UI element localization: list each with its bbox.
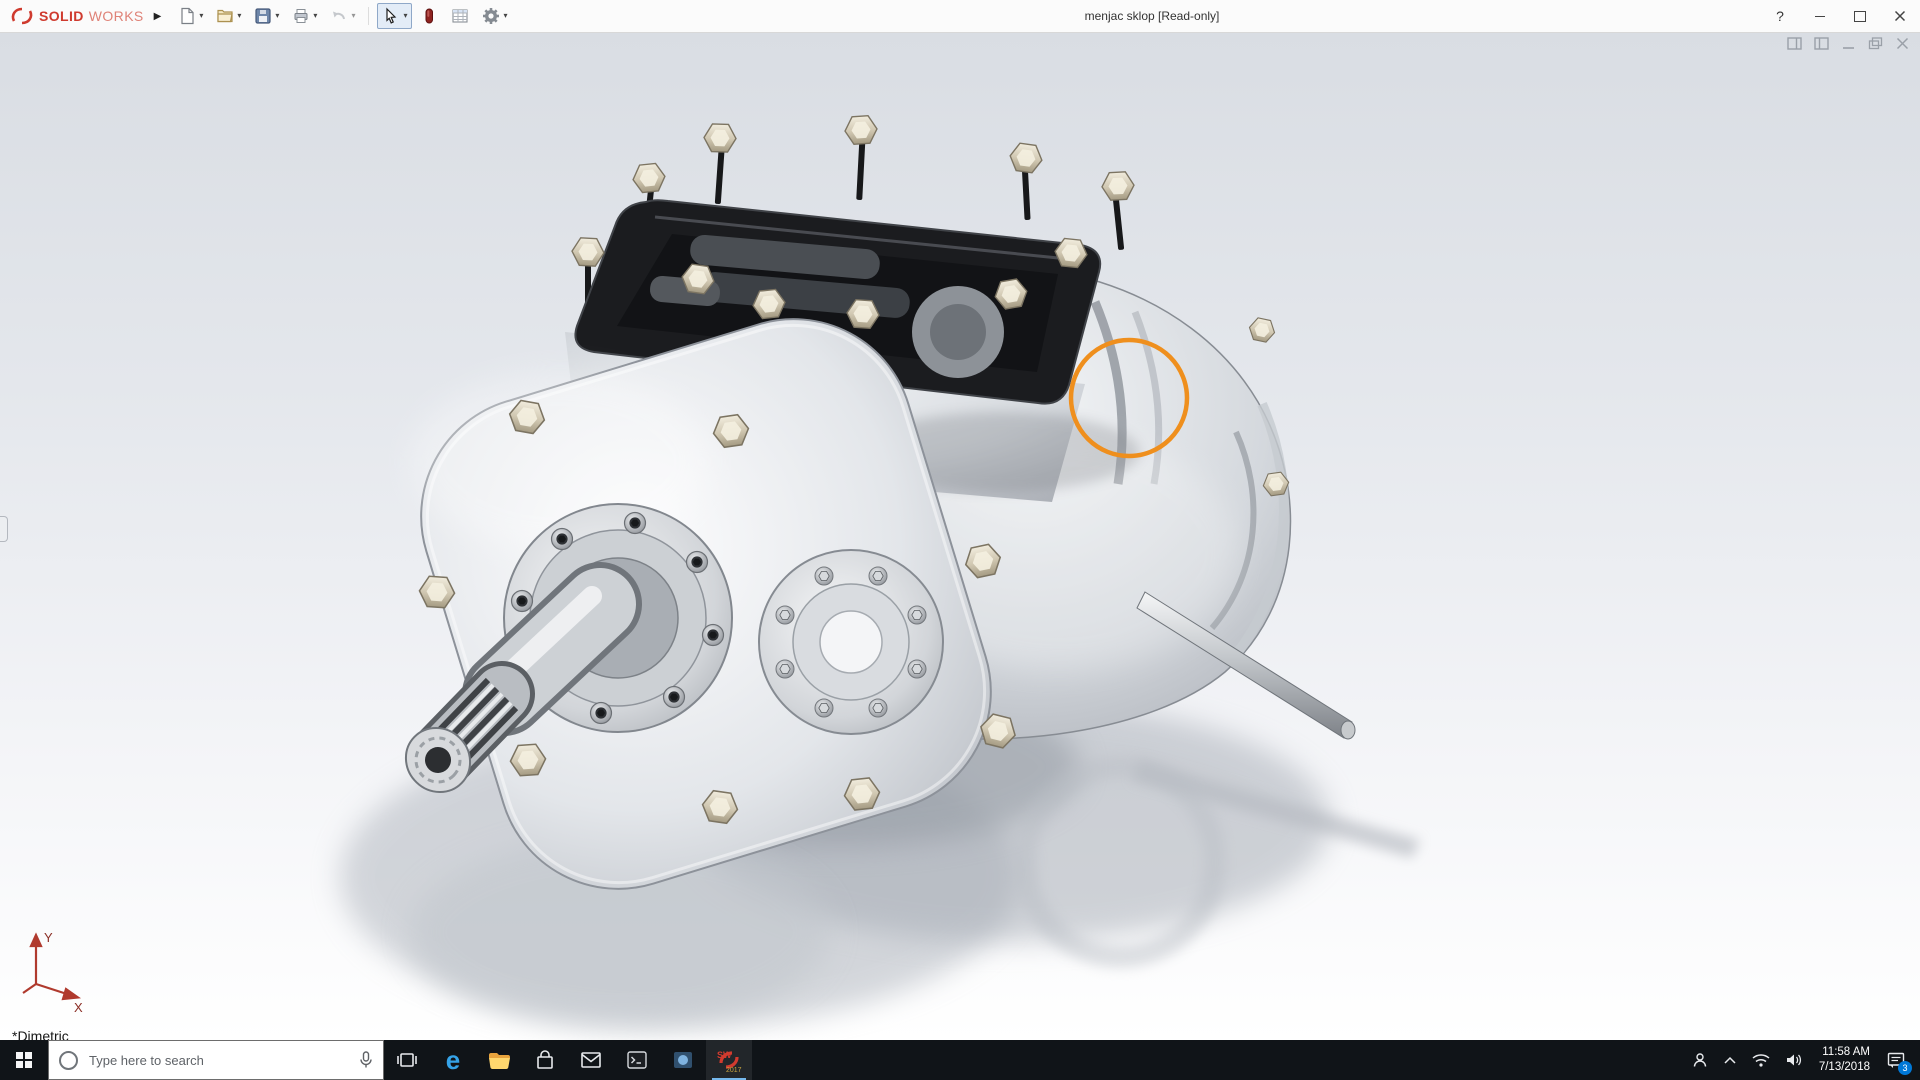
command-prompt-button[interactable] [614,1040,660,1080]
document-window-controls [1787,37,1910,50]
chevron-up-icon [1723,1055,1737,1065]
save-icon [254,7,272,25]
chevron-down-icon[interactable]: ▾ [503,12,507,20]
task-view-icon [396,1049,418,1071]
main-toolbar: ▾ ▾ ▾ [173,3,512,29]
brand-text-works: WORKS [89,8,144,24]
view-orientation-label: *Dimetric [12,1028,69,1040]
system-tray: 11:58 AM 7/13/2018 3 [1684,1040,1920,1080]
taskbar-search[interactable] [48,1040,384,1080]
brand-text-solid: SOLID [39,8,84,24]
document-restore-icon[interactable] [1868,37,1883,50]
render-tools-button[interactable] [415,3,443,29]
chevron-down-icon[interactable]: ▾ [313,12,317,20]
mail-icon [579,1048,603,1072]
store-icon [533,1048,557,1072]
open-folder-icon [216,7,234,25]
undo-button[interactable]: ▾ [325,3,360,29]
titlebar: SOLID WORKS ▶ ▾ ▾ [0,0,1920,33]
windows-logo-icon [16,1052,32,1068]
triad-y-label: Y [44,930,53,945]
solidworks-window: SOLID WORKS ▶ ▾ ▾ [0,0,1920,1080]
solidworks-app-icon: SW 2017 [715,1046,743,1074]
start-button[interactable] [0,1040,48,1080]
new-document-button[interactable]: ▾ [173,3,208,29]
speaker-icon [1785,1052,1803,1068]
minimize-button[interactable] [1800,0,1840,32]
print-button[interactable]: ▾ [287,3,322,29]
photos-button[interactable] [660,1040,706,1080]
solidworks-logo: SOLID WORKS [0,6,150,26]
undo-icon [330,7,348,25]
panel-flyout-tab[interactable] [0,516,8,542]
print-icon [292,7,310,25]
task-view-button[interactable] [384,1040,430,1080]
people-button[interactable] [1684,1040,1716,1080]
solidworks-taskbar-button[interactable]: SW 2017 [706,1040,752,1080]
maximize-icon [1854,11,1866,22]
table-grid-icon [451,7,469,25]
maximize-button[interactable] [1840,0,1880,32]
window-controls: ? [1760,0,1920,32]
triad-x-label: X [74,1000,83,1014]
table-tools-button[interactable] [446,3,474,29]
network-button[interactable] [1744,1040,1778,1080]
taskbar-clock[interactable]: 11:58 AM 7/13/2018 [1810,1045,1879,1075]
open-button[interactable]: ▾ [211,3,246,29]
document-close-icon[interactable] [1895,37,1910,50]
render-capsule-icon [420,7,438,25]
microphone-icon[interactable] [359,1051,373,1069]
gearbox-3d-model[interactable] [0,32,1920,1040]
people-icon [1691,1051,1709,1069]
select-tool-button[interactable]: ▾ [377,3,412,29]
help-button[interactable]: ? [1760,0,1800,32]
command-prompt-icon [625,1048,649,1072]
solidworks-2s-icon [10,6,34,26]
search-input[interactable] [87,1052,350,1069]
pane-right-icon[interactable] [1814,37,1829,50]
wifi-icon [1751,1052,1771,1068]
svg-text:2017: 2017 [726,1067,742,1074]
clock-time: 11:58 AM [1819,1045,1870,1060]
minimize-icon [1815,16,1825,17]
document-minimize-icon[interactable] [1841,37,1856,50]
orientation-triad: Y X [12,926,92,1014]
new-document-icon [178,7,196,25]
file-explorer-button[interactable] [476,1040,522,1080]
close-icon [1894,10,1906,22]
edge-icon: e [446,1047,460,1073]
pane-left-icon[interactable] [1787,37,1802,50]
clock-date: 7/13/2018 [1819,1060,1870,1075]
action-center-button[interactable]: 3 [1879,1040,1913,1080]
photos-icon [671,1048,695,1072]
close-button[interactable] [1880,0,1920,32]
file-explorer-icon [487,1049,511,1071]
notification-badge: 3 [1898,1061,1912,1075]
cortana-icon [59,1051,78,1070]
hidden-icons-button[interactable] [1716,1040,1744,1080]
svg-text:SW: SW [717,1050,732,1060]
chevron-down-icon[interactable]: ▾ [237,12,241,20]
toolbar-expand-arrow[interactable]: ▶ [154,11,162,22]
chevron-down-icon[interactable]: ▾ [351,12,355,20]
select-cursor-icon [382,7,400,25]
chevron-down-icon[interactable]: ▾ [275,12,279,20]
mail-button[interactable] [568,1040,614,1080]
store-button[interactable] [522,1040,568,1080]
side-flange [759,550,943,734]
chevron-down-icon[interactable]: ▾ [403,12,407,20]
options-button[interactable]: ▾ [477,3,512,29]
document-title: menjac sklop [Read-only] [1085,9,1220,23]
edge-button[interactable]: e [430,1040,476,1080]
save-button[interactable]: ▾ [249,3,284,29]
options-gear-icon [482,7,500,25]
windows-taskbar: e [0,1040,1920,1080]
toolbar-divider [368,7,369,25]
graphics-viewport[interactable]: Y X *Dimetric [0,32,1920,1040]
volume-button[interactable] [1778,1040,1810,1080]
chevron-down-icon[interactable]: ▾ [199,12,203,20]
